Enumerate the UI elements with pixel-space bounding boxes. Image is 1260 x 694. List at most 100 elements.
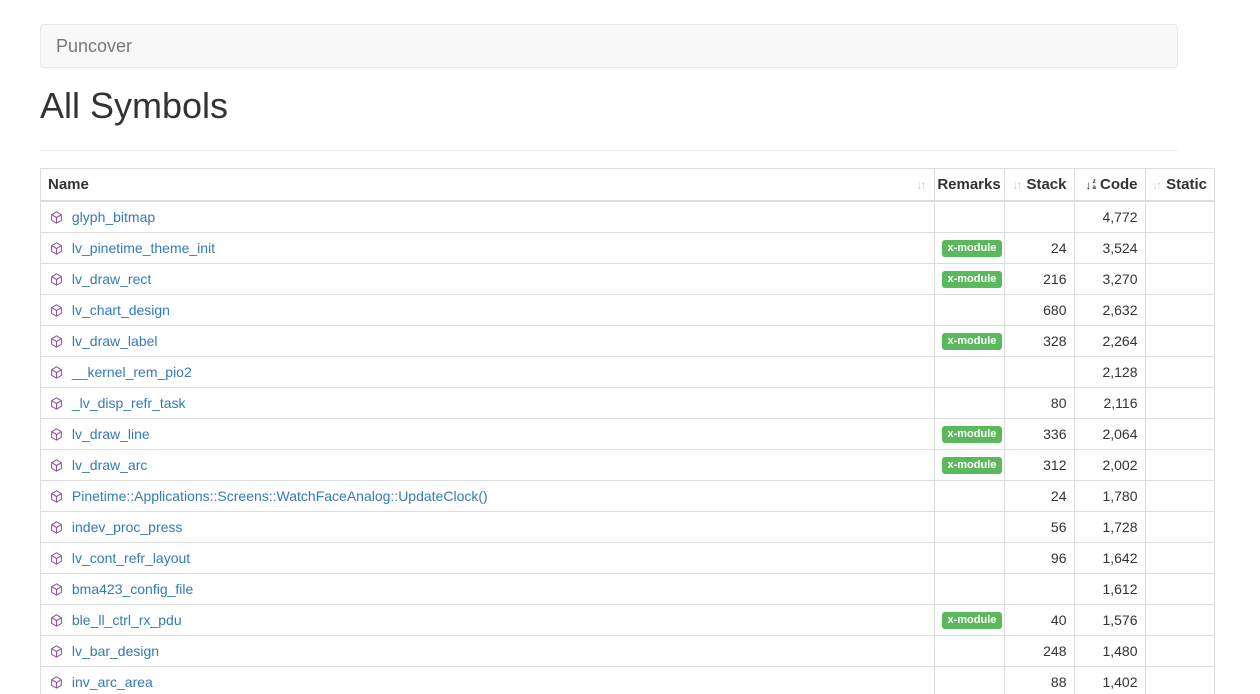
column-header-stack[interactable]: ↓↑ Stack	[1004, 169, 1074, 201]
code-value: 1,480	[1074, 635, 1145, 666]
x-module-badge: x-module	[942, 612, 1003, 629]
stack-value	[1004, 201, 1074, 232]
symbol-link[interactable]: lv_pinetime_theme_init	[72, 240, 215, 256]
column-header-remarks: Remarks	[934, 169, 1004, 201]
table-row: lv_pinetime_theme_init x-module 24 3,524	[41, 232, 1214, 263]
column-header-code[interactable]: ↓zaCode	[1074, 169, 1145, 201]
stack-value: 88	[1004, 666, 1074, 694]
symbol-link[interactable]: lv_draw_line	[72, 426, 150, 442]
sort-desc-active-icon: ↓za	[1085, 178, 1096, 192]
table-row: glyph_bitmap 4,772	[41, 201, 1214, 232]
code-value: 2,128	[1074, 356, 1145, 387]
symbols-table-header: Name↓↑Remarks ↓↑ Stack ↓zaCode ↓↑ Static	[41, 169, 1214, 201]
code-value: 1,402	[1074, 666, 1145, 694]
package-cube-icon	[50, 521, 63, 534]
package-cube-icon	[50, 242, 63, 255]
stack-value: 40	[1004, 604, 1074, 635]
x-module-badge: x-module	[942, 426, 1003, 443]
symbol-link[interactable]: lv_draw_label	[72, 333, 158, 349]
package-cube-icon	[50, 583, 63, 596]
symbol-link[interactable]: lv_chart_design	[72, 302, 170, 318]
navbar-brand-link[interactable]: Puncover	[41, 25, 147, 67]
code-value: 2,116	[1074, 387, 1145, 418]
column-header-static[interactable]: ↓↑ Static	[1145, 169, 1214, 201]
stack-value: 24	[1004, 480, 1074, 511]
x-module-badge: x-module	[942, 240, 1003, 257]
stack-value	[1004, 573, 1074, 604]
code-value: 3,270	[1074, 263, 1145, 294]
static-value	[1145, 573, 1214, 604]
static-value	[1145, 449, 1214, 480]
sort-both-icon: ↓↑	[1012, 178, 1022, 192]
symbol-link[interactable]: lv_bar_design	[72, 643, 159, 659]
column-label-stack: Stack	[1026, 176, 1066, 193]
package-cube-icon	[50, 335, 63, 348]
sort-both-icon: ↓↑	[1152, 178, 1162, 192]
table-row: lv_draw_rect x-module 216 3,270	[41, 263, 1214, 294]
sort-both-icon: ↓↑	[917, 178, 927, 192]
code-value: 2,064	[1074, 418, 1145, 449]
code-value: 4,772	[1074, 201, 1145, 232]
table-row: _lv_disp_refr_task 80 2,116	[41, 387, 1214, 418]
symbol-link[interactable]: _lv_disp_refr_task	[72, 395, 186, 411]
column-header-name[interactable]: Name↓↑	[41, 169, 934, 201]
static-value	[1145, 263, 1214, 294]
navbar: Puncover	[40, 24, 1178, 68]
package-cube-icon	[50, 459, 63, 472]
symbol-link[interactable]: lv_cont_refr_layout	[72, 550, 190, 566]
symbol-link[interactable]: lv_draw_arc	[72, 457, 147, 473]
static-value	[1145, 201, 1214, 232]
table-row: inv_arc_area 88 1,402	[41, 666, 1214, 694]
symbol-link[interactable]: glyph_bitmap	[72, 209, 155, 225]
code-value: 1,612	[1074, 573, 1145, 604]
static-value	[1145, 356, 1214, 387]
stack-value: 248	[1004, 635, 1074, 666]
package-cube-icon	[50, 211, 63, 224]
table-row: lv_cont_refr_layout 96 1,642	[41, 542, 1214, 573]
code-value: 2,632	[1074, 294, 1145, 325]
x-module-badge: x-module	[942, 333, 1003, 350]
code-value: 1,642	[1074, 542, 1145, 573]
symbol-link[interactable]: bma423_config_file	[72, 581, 193, 597]
x-module-badge: x-module	[942, 271, 1003, 288]
static-value	[1145, 604, 1214, 635]
stack-value: 80	[1004, 387, 1074, 418]
stack-value: 680	[1004, 294, 1074, 325]
static-value	[1145, 635, 1214, 666]
static-value	[1145, 542, 1214, 573]
symbol-link[interactable]: indev_proc_press	[72, 519, 183, 535]
symbol-link[interactable]: ble_ll_ctrl_rx_pdu	[72, 612, 182, 628]
stack-value: 312	[1004, 449, 1074, 480]
symbol-link[interactable]: Pinetime::Applications::Screens::WatchFa…	[72, 488, 488, 504]
package-cube-icon	[50, 552, 63, 565]
package-cube-icon	[50, 645, 63, 658]
column-label-static: Static	[1166, 176, 1207, 193]
static-value	[1145, 325, 1214, 356]
symbol-link[interactable]: __kernel_rem_pio2	[72, 364, 192, 380]
code-value: 3,524	[1074, 232, 1145, 263]
table-row: __kernel_rem_pio2 2,128	[41, 356, 1214, 387]
code-value: 2,264	[1074, 325, 1145, 356]
static-value	[1145, 511, 1214, 542]
stack-value: 24	[1004, 232, 1074, 263]
package-cube-icon	[50, 490, 63, 503]
column-label-remarks: Remarks	[937, 176, 1000, 193]
symbol-link[interactable]: inv_arc_area	[72, 674, 153, 690]
stack-value: 328	[1004, 325, 1074, 356]
table-row: lv_bar_design 248 1,480	[41, 635, 1214, 666]
static-value	[1145, 418, 1214, 449]
stack-value: 216	[1004, 263, 1074, 294]
package-cube-icon	[50, 304, 63, 317]
static-value	[1145, 232, 1214, 263]
page: Puncover All Symbols Name↓↑Remarks↓↑Stac…	[0, 0, 1260, 694]
table-row: indev_proc_press 56 1,728	[41, 511, 1214, 542]
stack-value: 56	[1004, 511, 1074, 542]
symbols-table-container: Name↓↑Remarks ↓↑ Stack ↓zaCode ↓↑ Static glyp…	[40, 168, 1215, 694]
symbols-table: Name↓↑Remarks ↓↑ Stack ↓zaCode ↓↑ Static glyp…	[41, 169, 1214, 694]
symbol-link[interactable]: lv_draw_rect	[72, 271, 151, 287]
package-cube-icon	[50, 397, 63, 410]
table-row: Pinetime::Applications::Screens::WatchFa…	[41, 480, 1214, 511]
title-divider	[40, 150, 1178, 151]
static-value	[1145, 480, 1214, 511]
code-value: 1,780	[1074, 480, 1145, 511]
